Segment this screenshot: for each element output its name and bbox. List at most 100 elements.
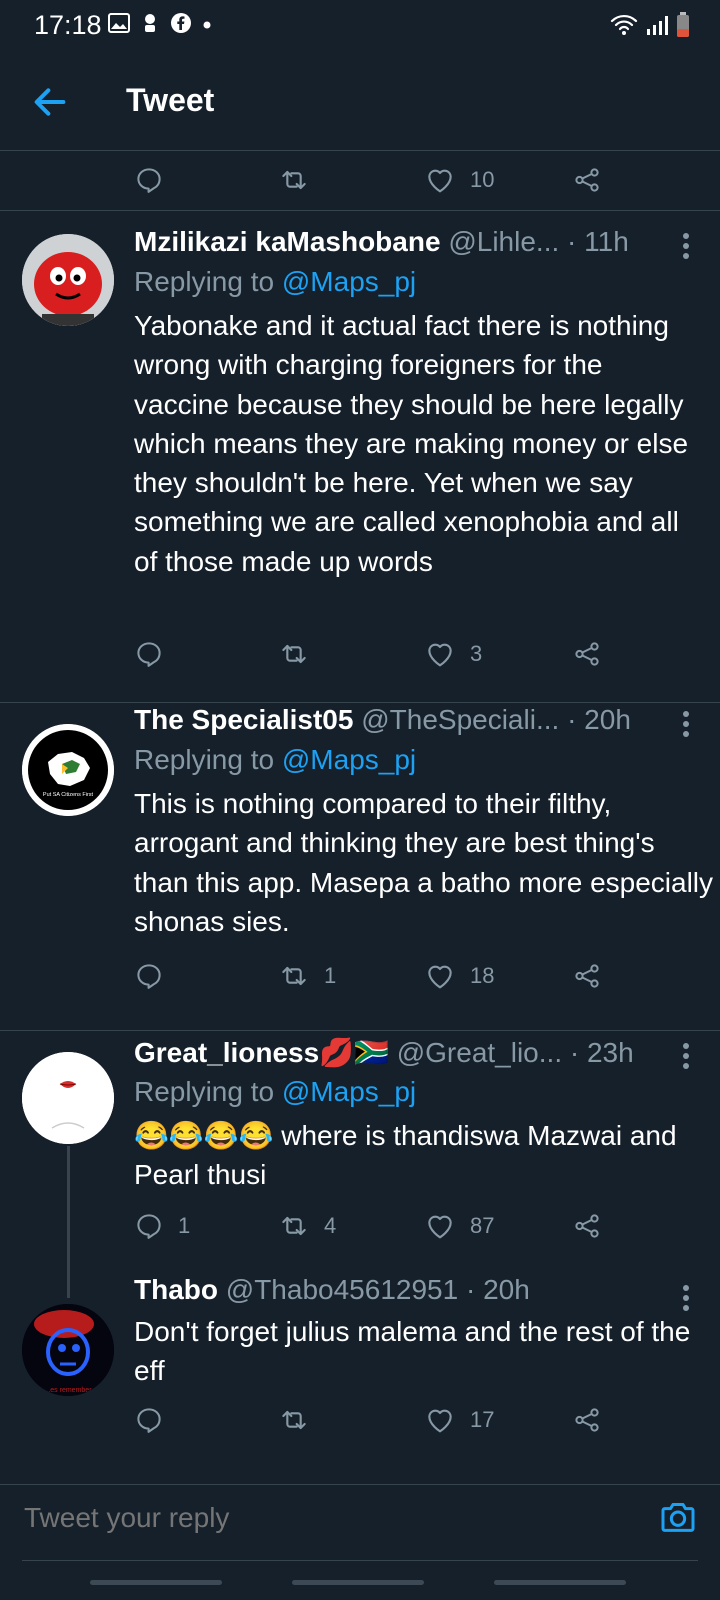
composer-underline bbox=[22, 1560, 698, 1561]
share-button[interactable] bbox=[572, 1402, 602, 1438]
tweet-item[interactable]: Put SA Citizens First The Specialist05 @… bbox=[0, 704, 720, 1030]
retweet-icon bbox=[278, 638, 310, 670]
more-options-icon[interactable] bbox=[682, 1042, 690, 1070]
display-name[interactable]: Mzilikazi kaMashobane bbox=[134, 226, 441, 257]
heart-icon bbox=[424, 1404, 456, 1436]
replying-to: Replying to @Maps_pj bbox=[134, 266, 416, 298]
reply-button[interactable] bbox=[134, 162, 164, 198]
more-options-icon[interactable] bbox=[682, 232, 690, 260]
tweet-text: 😂😂😂😂 where is thandiswa Mazwai and Pearl… bbox=[134, 1120, 677, 1191]
retweet-icon bbox=[278, 164, 310, 196]
divider bbox=[0, 702, 720, 703]
like-button[interactable]: 18 bbox=[424, 958, 494, 994]
share-button[interactable] bbox=[572, 1208, 602, 1244]
reply-icon bbox=[134, 961, 164, 991]
avatar[interactable]: Put SA Citizens First bbox=[22, 724, 114, 816]
wifi-icon bbox=[610, 14, 638, 35]
heart-icon bbox=[424, 164, 456, 196]
more-options-icon[interactable] bbox=[682, 710, 690, 738]
retweet-button[interactable]: 1 bbox=[278, 958, 336, 994]
mention-link[interactable]: @Maps_pj bbox=[282, 1076, 416, 1107]
tweet-actions: 17 bbox=[0, 1390, 720, 1450]
tweet-item[interactable]: Great_lioness💋🇿🇦 @Great_lio... · 23h Rep… bbox=[0, 1036, 720, 1272]
retweet-button[interactable]: 4 bbox=[278, 1208, 336, 1244]
tweet-actions: 1 18 bbox=[0, 946, 720, 1006]
retweet-icon bbox=[278, 1210, 310, 1242]
nav-home-button[interactable] bbox=[292, 1580, 424, 1585]
like-count: 10 bbox=[470, 167, 495, 192]
reply-icon bbox=[134, 1211, 164, 1241]
retweet-button[interactable] bbox=[278, 162, 310, 198]
share-button[interactable] bbox=[572, 636, 602, 672]
tweet-text: Yabonake and it actual fact there is not… bbox=[134, 310, 689, 577]
display-name[interactable]: Great_lioness💋🇿🇦 bbox=[134, 1037, 389, 1068]
like-button[interactable]: 10 bbox=[424, 162, 494, 198]
retweet-count: 1 bbox=[324, 963, 337, 988]
replying-prefix: Replying to bbox=[134, 266, 275, 297]
display-name[interactable]: Thabo bbox=[134, 1274, 218, 1305]
app-notification-icon bbox=[145, 14, 155, 32]
like-count: 17 bbox=[470, 1407, 495, 1432]
share-icon bbox=[572, 1405, 602, 1435]
divider bbox=[0, 1030, 720, 1031]
camera-icon[interactable] bbox=[658, 1497, 698, 1537]
timestamp: · 20h bbox=[465, 1274, 530, 1305]
retweet-count: 4 bbox=[324, 1213, 337, 1238]
tweet-header: The Specialist05 @TheSpeciali... · 20h bbox=[134, 704, 694, 744]
lips-avatar-image bbox=[22, 1052, 114, 1144]
reply-icon bbox=[134, 639, 164, 669]
reply-count: 1 bbox=[178, 1213, 191, 1238]
battery-icon bbox=[677, 12, 689, 37]
page-title: Tweet bbox=[126, 82, 215, 118]
tweet-item[interactable]: ...es remember Thabo @Thabo45612951 · 20… bbox=[0, 1274, 720, 1482]
handle: @Great_lio... bbox=[396, 1037, 563, 1068]
status-bar: 17:18 bbox=[0, 0, 720, 52]
nav-recents-button[interactable] bbox=[90, 1580, 222, 1585]
reply-composer bbox=[0, 1484, 720, 1561]
reply-input[interactable] bbox=[22, 1501, 586, 1535]
like-button[interactable]: 87 bbox=[424, 1208, 494, 1244]
handle: @Thabo45612951 bbox=[225, 1274, 459, 1305]
tweet-actions: 10 bbox=[0, 150, 720, 210]
timestamp: · 23h bbox=[569, 1037, 634, 1068]
avatar[interactable] bbox=[22, 1052, 114, 1144]
share-icon bbox=[572, 639, 602, 669]
replying-prefix: Replying to bbox=[134, 1076, 275, 1107]
share-icon bbox=[572, 961, 602, 991]
app-bar: Tweet bbox=[0, 52, 720, 151]
mention-link[interactable]: @Maps_pj bbox=[282, 266, 416, 297]
reply-button[interactable] bbox=[134, 958, 164, 994]
share-button[interactable] bbox=[572, 162, 602, 198]
avatar[interactable]: ...es remember bbox=[22, 1304, 114, 1396]
facebook-icon bbox=[171, 13, 191, 33]
avatar[interactable] bbox=[22, 234, 114, 326]
reply-icon bbox=[134, 1405, 164, 1435]
replying-prefix: Replying to bbox=[134, 744, 275, 775]
reply-button[interactable] bbox=[134, 636, 164, 672]
tweet-actions: 3 bbox=[0, 624, 720, 684]
retweet-button[interactable] bbox=[278, 1402, 310, 1438]
timestamp: · 11h bbox=[567, 226, 629, 257]
gallery-icon bbox=[108, 13, 130, 33]
like-button[interactable]: 17 bbox=[424, 1402, 494, 1438]
handle: @TheSpeciali... bbox=[361, 704, 560, 735]
more-options-icon[interactable] bbox=[682, 1284, 690, 1312]
retweet-button[interactable] bbox=[278, 636, 310, 672]
retweet-icon bbox=[278, 960, 310, 992]
back-arrow-icon[interactable] bbox=[30, 82, 70, 122]
nav-back-button[interactable] bbox=[494, 1580, 626, 1585]
like-button[interactable]: 3 bbox=[424, 636, 482, 672]
red-mascot-avatar-image bbox=[22, 234, 114, 326]
mention-link[interactable]: @Maps_pj bbox=[282, 744, 416, 775]
tweet-text: Don't forget julius malema and the rest … bbox=[134, 1316, 691, 1387]
sa-map-logo-avatar-image: Put SA Citizens First bbox=[22, 724, 114, 816]
like-count: 87 bbox=[470, 1213, 495, 1238]
reply-button[interactable]: 1 bbox=[134, 1208, 190, 1244]
reply-button[interactable] bbox=[134, 1402, 164, 1438]
display-name[interactable]: The Specialist05 bbox=[134, 704, 353, 735]
heart-icon bbox=[424, 1210, 456, 1242]
tweet-text: This is nothing compared to their filthy… bbox=[134, 788, 714, 937]
tweet-item[interactable]: Mzilikazi kaMashobane @Lihle... · 11h Re… bbox=[0, 226, 720, 706]
share-button[interactable] bbox=[572, 958, 602, 994]
tweet-header: Thabo @Thabo45612951 · 20h bbox=[134, 1274, 694, 1314]
